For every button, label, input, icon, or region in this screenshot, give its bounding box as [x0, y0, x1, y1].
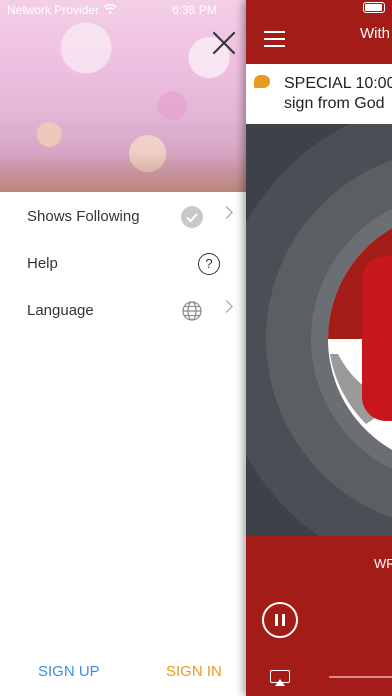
player-bar: WR	[246, 536, 392, 696]
announcement-text: SPECIAL 10:00 sign from God	[284, 74, 392, 114]
progress-track	[329, 676, 392, 678]
side-drawer: Shows Following Help ? Language SIGN UP …	[0, 0, 246, 696]
clock: 6:38 PM	[172, 3, 217, 17]
artwork-rings	[246, 124, 392, 536]
close-icon[interactable]	[212, 30, 238, 56]
announcement-banner[interactable]: SPECIAL 10:00 sign from God	[246, 64, 392, 125]
chevron-right-icon	[220, 300, 233, 313]
announcement-line-1: SPECIAL 10:00	[284, 75, 392, 92]
page-title: With	[360, 25, 390, 42]
sign-up-button[interactable]: SIGN UP	[38, 663, 100, 680]
menu-item-label: Help	[27, 255, 58, 272]
airplay-icon[interactable]	[270, 670, 292, 686]
main-panel: With SPECIAL 10:00 sign from God WR	[246, 0, 392, 696]
menu-item-language[interactable]: Language	[0, 290, 246, 334]
globe-icon	[181, 300, 203, 322]
question-circle-icon: ?	[198, 253, 220, 275]
menu-item-shows-following[interactable]: Shows Following	[0, 196, 246, 240]
station-label: WR	[374, 556, 392, 571]
menu-item-label: Language	[27, 302, 94, 319]
check-circle-icon	[181, 206, 203, 228]
chevron-right-icon	[220, 206, 233, 219]
drawer-header-image	[0, 0, 246, 192]
status-bar: Network Provider 6:38 PM	[0, 0, 392, 20]
battery-icon	[363, 2, 385, 13]
pause-button[interactable]	[262, 602, 298, 638]
menu-item-help[interactable]: Help ?	[0, 243, 246, 287]
wifi-icon	[103, 3, 117, 17]
menu-item-label: Shows Following	[27, 208, 140, 225]
sign-in-button[interactable]: SIGN IN	[166, 663, 222, 680]
station-artwork	[246, 124, 392, 536]
hamburger-menu-icon[interactable]	[264, 31, 285, 47]
carrier-label: Network Provider	[7, 3, 100, 17]
chat-bubble-icon	[254, 75, 270, 88]
announcement-line-2: sign from God	[284, 95, 385, 112]
